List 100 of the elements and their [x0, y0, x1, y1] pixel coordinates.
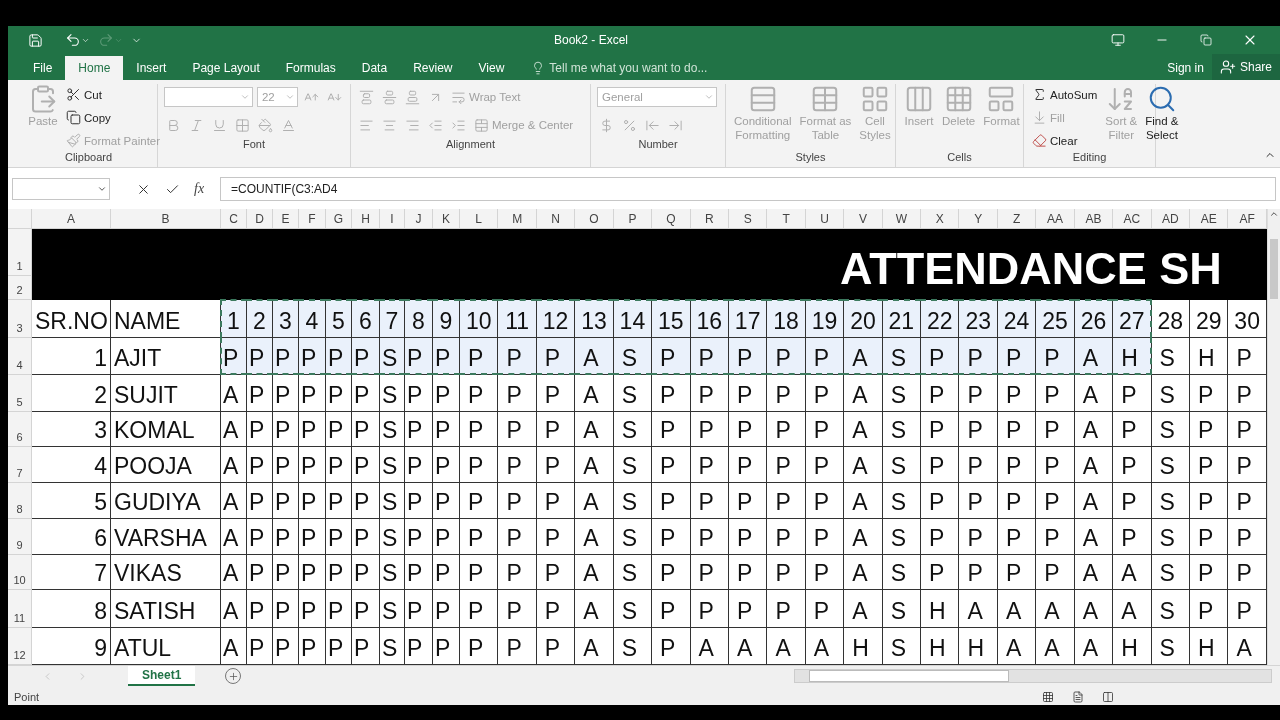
- column-header[interactable]: Y: [959, 209, 998, 229]
- attendance-cell: P: [997, 483, 1037, 519]
- column-header[interactable]: Q: [652, 209, 691, 229]
- attendance-cell: P: [460, 590, 499, 628]
- column-header[interactable]: J: [405, 209, 433, 229]
- column-header[interactable]: E: [273, 209, 299, 229]
- column-header[interactable]: X: [921, 209, 960, 229]
- column-header[interactable]: C: [221, 209, 247, 229]
- column-header[interactable]: AB: [1074, 209, 1114, 229]
- select-all-corner[interactable]: [8, 209, 32, 229]
- serial-number-cell: 5: [32, 483, 111, 519]
- row-header[interactable]: 8: [8, 483, 32, 519]
- attendance-cell: P: [652, 447, 691, 483]
- sheet-tab[interactable]: Sheet1: [128, 666, 196, 686]
- row-header[interactable]: 1: [8, 229, 32, 276]
- column-header[interactable]: I: [380, 209, 405, 229]
- ribbon-tab[interactable]: Home: [65, 56, 124, 80]
- column-header[interactable]: O: [575, 209, 614, 229]
- ribbon-tab[interactable]: View: [465, 56, 518, 80]
- column-header[interactable]: AC: [1113, 209, 1152, 229]
- ribbon-command[interactable]: Find & Select: [1143, 84, 1181, 151]
- underline-icon: [212, 117, 227, 133]
- attendance-cell: P: [1113, 375, 1152, 412]
- ribbon-command[interactable]: AutoSum: [1030, 84, 1100, 105]
- column-header[interactable]: G: [326, 209, 352, 229]
- column-header[interactable]: W: [882, 209, 922, 229]
- attendance-cell: P: [1228, 555, 1267, 590]
- name-cell: POOJA: [111, 447, 221, 483]
- name-box[interactable]: [12, 178, 110, 200]
- day-number-cell: 8: [405, 300, 433, 338]
- column-header[interactable]: AF: [1228, 209, 1267, 229]
- attendance-cell: P: [997, 375, 1037, 412]
- attendance-cell: P: [728, 338, 768, 375]
- column-header[interactable]: M: [498, 209, 537, 229]
- scrollbar-thumb[interactable]: [809, 670, 1009, 682]
- day-number-cell: 19: [805, 300, 845, 338]
- column-header[interactable]: T: [767, 209, 806, 229]
- ribbon-tab[interactable]: File: [20, 56, 66, 80]
- attendance-cell: S: [613, 519, 653, 555]
- share-button[interactable]: Share: [1211, 54, 1280, 80]
- column-header[interactable]: P: [613, 209, 653, 229]
- attendance-cell: A: [1113, 590, 1152, 628]
- ribbon-command[interactable]: Cut: [64, 84, 163, 105]
- row-header[interactable]: 4: [8, 338, 32, 375]
- ribbon-tab[interactable]: Page Layout: [179, 56, 273, 80]
- column-header[interactable]: N: [536, 209, 576, 229]
- ribbon-tab[interactable]: Insert: [123, 56, 180, 80]
- row-header[interactable]: 12: [8, 628, 32, 665]
- attendance-cell: P: [352, 483, 380, 519]
- attendance-cell: P: [1190, 519, 1229, 555]
- row-header[interactable]: 10: [8, 555, 32, 590]
- columns-icon: [904, 84, 934, 114]
- row-header[interactable]: 11: [8, 590, 32, 628]
- column-header[interactable]: A: [32, 209, 111, 229]
- horizontal-scrollbar[interactable]: [794, 669, 1272, 683]
- attendance-cell: P: [498, 628, 537, 665]
- column-header[interactable]: H: [352, 209, 380, 229]
- column-header[interactable]: S: [728, 209, 768, 229]
- column-header[interactable]: L: [460, 209, 499, 229]
- row-header[interactable]: 3: [8, 300, 32, 338]
- column-header[interactable]: AE: [1190, 209, 1229, 229]
- ribbon-command[interactable]: Copy: [64, 107, 163, 128]
- font-name-field[interactable]: [164, 87, 253, 107]
- column-header[interactable]: B: [111, 209, 221, 229]
- attendance-cell: P: [921, 483, 960, 519]
- column-header[interactable]: AA: [1036, 209, 1075, 229]
- insert-function-button[interactable]: fx: [194, 181, 205, 197]
- attendance-cell: P: [536, 338, 576, 375]
- attendance-cell: P: [652, 590, 691, 628]
- ribbon-command[interactable]: Clear: [1030, 130, 1100, 151]
- column-header[interactable]: V: [844, 209, 883, 229]
- vertical-scrollbar[interactable]: [1267, 209, 1280, 665]
- ribbon-tab[interactable]: Review: [400, 56, 466, 80]
- row-header[interactable]: 6: [8, 412, 32, 447]
- column-header[interactable]: U: [805, 209, 845, 229]
- row-header[interactable]: 5: [8, 375, 32, 412]
- column-header[interactable]: F: [299, 209, 326, 229]
- tell-me-field[interactable]: Tell me what you want to do...: [549, 61, 708, 75]
- attendance-cell: A: [221, 590, 247, 628]
- ribbon-tab[interactable]: Data: [348, 56, 401, 80]
- row-header[interactable]: 9: [8, 519, 32, 555]
- column-header[interactable]: Z: [997, 209, 1037, 229]
- row-header[interactable]: 7: [8, 447, 32, 483]
- formula-field[interactable]: =COUNTIF(C3:AD4: [220, 177, 1276, 201]
- attendance-cell: A: [1074, 412, 1114, 447]
- attendance-cell: P: [405, 338, 433, 375]
- attendance-cell: P: [921, 375, 960, 412]
- scrollbar-thumb[interactable]: [1270, 239, 1278, 299]
- attendance-cell: A: [575, 628, 614, 665]
- sign-in-link[interactable]: Sign in: [1159, 56, 1212, 80]
- attendance-cell: A: [1074, 338, 1114, 375]
- row-header[interactable]: 2: [8, 276, 32, 300]
- attendance-cell: A: [575, 519, 614, 555]
- ribbon-tab[interactable]: Formulas: [272, 56, 349, 80]
- attendance-cell: P: [1228, 338, 1267, 375]
- column-header[interactable]: R: [690, 209, 729, 229]
- column-header[interactable]: AD: [1151, 209, 1190, 229]
- attendance-cell: S: [882, 412, 922, 447]
- column-header[interactable]: K: [433, 209, 460, 229]
- column-header[interactable]: D: [247, 209, 273, 229]
